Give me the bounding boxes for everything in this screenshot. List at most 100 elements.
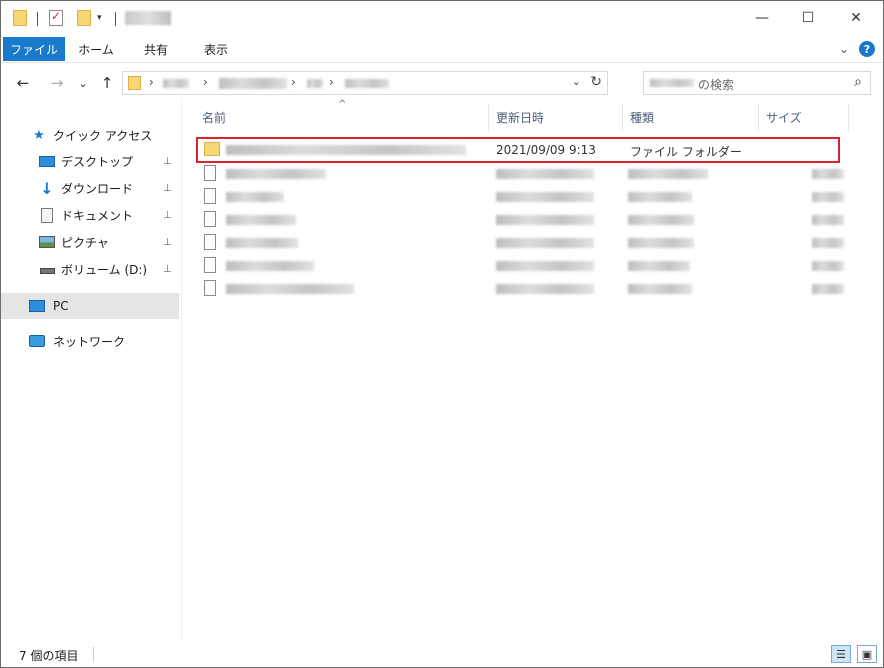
star-icon: ★ — [33, 127, 45, 143]
forward-button[interactable]: → — [47, 73, 67, 93]
file-icon — [204, 257, 216, 273]
tab-view[interactable]: 表示 — [191, 37, 241, 61]
nav-label: クイック アクセス — [53, 128, 153, 143]
search-placeholder: の検索 — [698, 78, 735, 92]
minimize-button[interactable]: — — [739, 1, 785, 35]
type-redacted — [628, 261, 690, 271]
modified-redacted — [496, 192, 594, 202]
file-name-redacted — [226, 192, 284, 202]
new-folder-icon[interactable] — [77, 9, 91, 27]
network-icon — [29, 333, 45, 349]
modified-redacted — [496, 238, 594, 248]
nav-documents[interactable]: ドキュメント ⊥ — [1, 203, 179, 227]
modified-redacted — [496, 215, 594, 225]
divider — [37, 12, 38, 26]
help-icon[interactable]: ? — [859, 41, 875, 57]
nav-label: ダウンロード — [61, 181, 134, 196]
explorer-window: ▾ — ☐ ✕ ファイル ホーム 共有 表示 ⌄ ? ← → ⌄ ↑ › › ›… — [0, 0, 884, 668]
nav-network[interactable]: ネットワーク — [1, 329, 179, 353]
tab-share[interactable]: 共有 — [131, 37, 181, 61]
nav-desktop[interactable]: デスクトップ ⊥ — [1, 149, 179, 173]
refresh-icon[interactable]: ↻ — [590, 74, 602, 90]
nav-label: PC — [53, 299, 69, 313]
column-header-type[interactable]: 種類 — [630, 105, 654, 129]
breadcrumb-separator: › — [291, 75, 296, 89]
column-header-size[interactable]: サイズ — [766, 105, 802, 129]
table-row-file[interactable] — [196, 255, 856, 277]
quick-access-dropdown-icon[interactable]: ▾ — [97, 9, 102, 27]
breadcrumb-separator: › — [149, 75, 154, 89]
ribbon-expand-icon[interactable]: ⌄ — [839, 42, 849, 56]
tab-file[interactable]: ファイル — [3, 37, 65, 61]
column-header-modified[interactable]: 更新日時 — [496, 105, 544, 129]
breadcrumb-item-redacted[interactable] — [345, 79, 389, 88]
column-divider[interactable] — [758, 103, 759, 131]
breadcrumb-separator: › — [329, 75, 334, 89]
nav-volume-d[interactable]: ボリューム (D:) ⊥ — [1, 257, 179, 281]
nav-downloads[interactable]: ↓ ダウンロード ⊥ — [1, 176, 179, 200]
table-row-file[interactable] — [196, 278, 856, 300]
navigation-pane: ★ クイック アクセス デスクトップ ⊥ ↓ ダウンロード ⊥ ドキュメント ⊥… — [1, 105, 179, 641]
modified-redacted — [496, 261, 594, 271]
type-redacted — [628, 169, 708, 179]
download-icon: ↓ — [40, 178, 54, 198]
up-button[interactable]: ↑ — [97, 73, 117, 93]
size-redacted — [812, 169, 844, 179]
address-bar[interactable]: › › › › ⌄ ↻ — [122, 71, 608, 95]
column-divider[interactable] — [488, 103, 489, 131]
large-icons-view-button[interactable]: ▣ — [857, 645, 877, 663]
size-redacted — [812, 261, 844, 271]
column-header-name[interactable]: 名前 — [202, 105, 226, 129]
tab-home[interactable]: ホーム — [71, 37, 121, 61]
size-redacted — [812, 192, 844, 202]
nav-label: ネットワーク — [53, 334, 126, 349]
nav-pictures[interactable]: ピクチャ ⊥ — [1, 230, 179, 254]
pin-icon[interactable]: ⊥ — [163, 183, 172, 194]
close-button[interactable]: ✕ — [833, 1, 879, 35]
search-icon[interactable]: ⌕ — [854, 74, 862, 90]
nav-quick-access[interactable]: ★ クイック アクセス — [1, 123, 179, 147]
file-icon — [204, 211, 216, 227]
window-title-redacted — [125, 11, 171, 25]
divider — [93, 647, 94, 661]
table-row-file[interactable] — [196, 209, 856, 231]
item-count: 7 個の項目 — [19, 649, 79, 663]
pin-icon[interactable]: ⊥ — [163, 264, 172, 275]
highlight-box — [196, 137, 840, 163]
maximize-button[interactable]: ☐ — [785, 1, 831, 35]
properties-icon[interactable] — [49, 9, 63, 27]
breadcrumb-item-redacted[interactable] — [163, 79, 189, 88]
size-redacted — [812, 238, 844, 248]
file-icon — [204, 165, 216, 181]
title-bar: ▾ — ☐ ✕ — [1, 1, 883, 35]
search-input[interactable]: の検索 ⌕ — [643, 71, 871, 95]
breadcrumb-item-redacted[interactable] — [219, 78, 287, 89]
column-divider[interactable] — [848, 103, 849, 131]
pin-icon[interactable]: ⊥ — [163, 237, 172, 248]
file-name-redacted — [226, 215, 296, 225]
file-name-redacted — [226, 169, 326, 179]
nav-label: デスクトップ — [61, 154, 134, 169]
ribbon-tabs: ファイル ホーム 共有 表示 ⌄ ? — [1, 35, 883, 63]
table-row-file[interactable] — [196, 232, 856, 254]
table-row-file[interactable] — [196, 186, 856, 208]
back-button[interactable]: ← — [13, 73, 33, 93]
modified-redacted — [496, 169, 594, 179]
breadcrumb-item-redacted[interactable] — [307, 79, 323, 88]
size-redacted — [812, 284, 844, 294]
pin-icon[interactable]: ⊥ — [163, 210, 172, 221]
type-redacted — [628, 192, 692, 202]
column-divider[interactable] — [622, 103, 623, 131]
pc-icon — [29, 298, 45, 314]
nav-pc[interactable]: PC — [1, 293, 179, 319]
modified-redacted — [496, 284, 594, 294]
recent-locations-button[interactable]: ⌄ — [73, 73, 93, 93]
folder-icon — [128, 76, 141, 90]
picture-icon — [39, 234, 55, 250]
pin-icon[interactable]: ⊥ — [163, 156, 172, 167]
details-view-button[interactable]: ☰ — [831, 645, 851, 663]
file-icon — [204, 280, 216, 296]
table-row-file[interactable] — [196, 163, 856, 185]
address-dropdown-icon[interactable]: ⌄ — [572, 75, 581, 88]
file-name-redacted — [226, 238, 298, 248]
